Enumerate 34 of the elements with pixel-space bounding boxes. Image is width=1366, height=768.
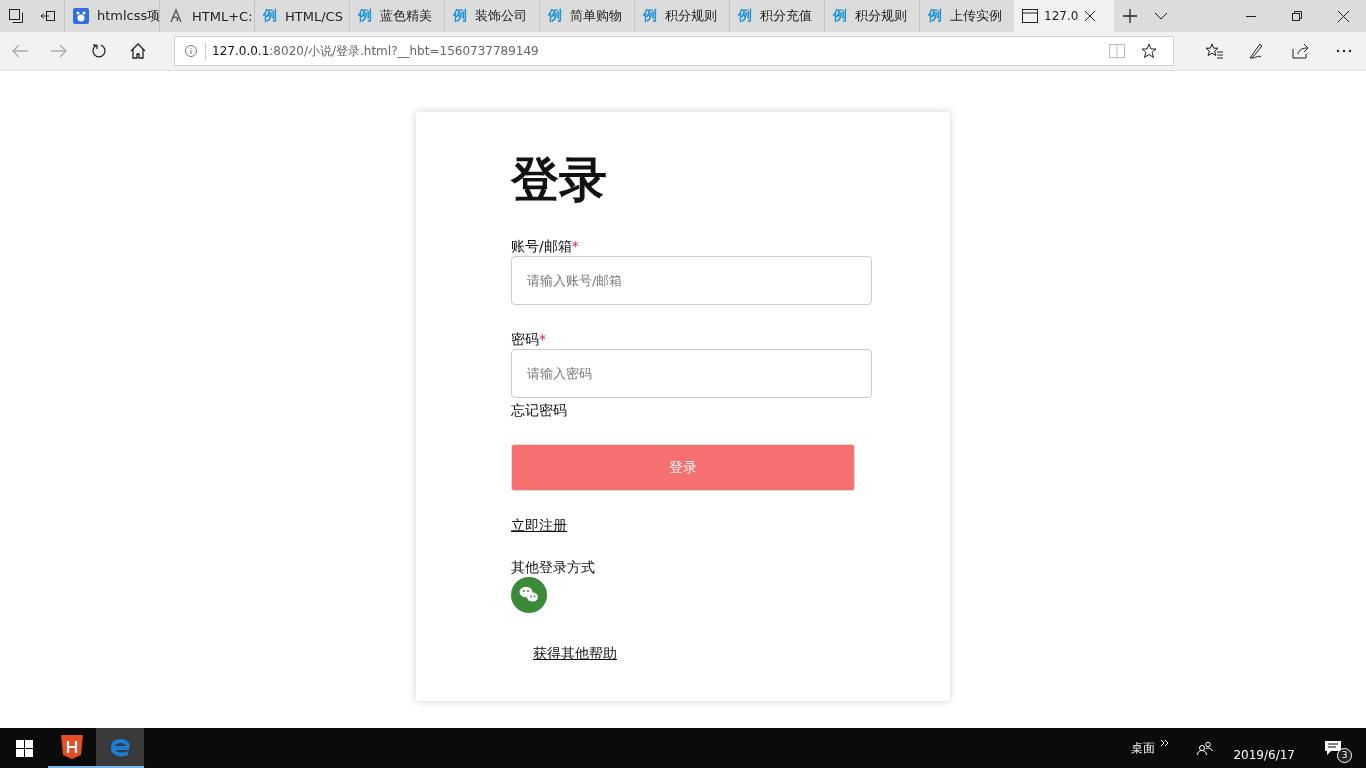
wechat-icon[interactable] [511,577,547,613]
tab-favicon: 例 [738,7,752,25]
help-link[interactable]: 获得其他帮助 [533,645,617,661]
tab-favicon: 例 [453,7,467,25]
tab-favicon: 例 [833,7,847,25]
desktop-label[interactable]: 桌面 [1131,739,1156,757]
login-title: 登录 [511,150,607,208]
info-icon [185,45,198,57]
tab-favicon: 例 [928,7,942,25]
input-field[interactable]: 请输入账号/邮箱 [511,256,872,305]
edge-app-icon[interactable] [96,728,144,768]
browser-tab[interactable]: 127.0 [1014,0,1114,32]
chevron-right-icon[interactable] [1161,740,1170,746]
close-tab-icon[interactable] [1084,10,1097,22]
field-label: 账号/邮箱 [511,238,572,254]
url-text: 127.0.0.1:8020/小说/登录.html?__hbt=1560737789149 [212,42,539,60]
paw-icon [73,8,89,24]
tab-favicon: 例 [548,7,562,25]
required-mark: * [571,238,579,254]
input-field[interactable]: 请输入密码 [511,349,872,398]
notification-count: 3 [1337,747,1352,763]
forgot-password-link[interactable]: 忘记密码 [511,400,567,420]
people-icon[interactable] [1197,741,1214,755]
address-bar[interactable]: 127.0.0.1:8020/小说/登录.html?__hbt=1560737789149 [174,36,1175,66]
register-link[interactable]: 立即注册 [511,515,567,535]
tab-favicon: 例 [358,7,372,25]
field-label: 密码 [511,331,539,347]
action-center-icon[interactable] [1325,741,1341,755]
tab-favicon: 例 [643,7,657,25]
other-login-label: 其他登录方式 [511,558,595,577]
tab-favicon: 例 [263,7,277,25]
page-icon [1022,9,1038,23]
clock-date[interactable]: 2019/6/17 [1233,748,1295,762]
required-mark: * [539,331,546,347]
